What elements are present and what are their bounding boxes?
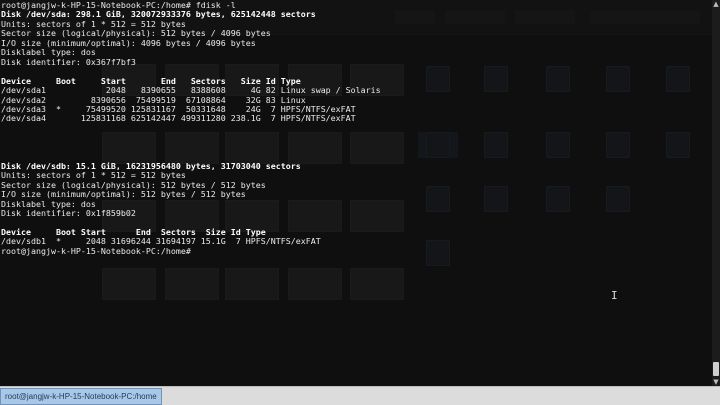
terminal-window[interactable]: root@jangjw-k-HP-15-Notebook-PC:/home# f… [0, 0, 712, 386]
text-cursor-icon: I [611, 289, 618, 302]
arrow-up-icon[interactable]: ▲ [712, 0, 720, 8]
terminal-scrollbar[interactable]: ▲ ▼ [712, 0, 720, 386]
terminal-line: root@jangjw-k-HP-15-Notebook-PC:/home# [1, 245, 196, 256]
taskbar: root@jangjw-k-HP-15-Notebook-PC:/home [0, 386, 720, 405]
terminal-line: Disk identifier: 0x367f7bf3 [1, 56, 136, 67]
terminal-line: /dev/sda4 125831168 625142447 499311280 … [1, 113, 356, 124]
taskbar-terminal-button[interactable]: root@jangjw-k-HP-15-Notebook-PC:/home [0, 388, 162, 405]
scrollbar-thumb[interactable] [713, 362, 719, 376]
arrow-down-icon[interactable]: ▼ [712, 378, 720, 386]
terminal-line: Disk identifier: 0x1f859b02 [1, 207, 136, 218]
terminal-output[interactable]: root@jangjw-k-HP-15-Notebook-PC:/home# f… [0, 0, 712, 256]
